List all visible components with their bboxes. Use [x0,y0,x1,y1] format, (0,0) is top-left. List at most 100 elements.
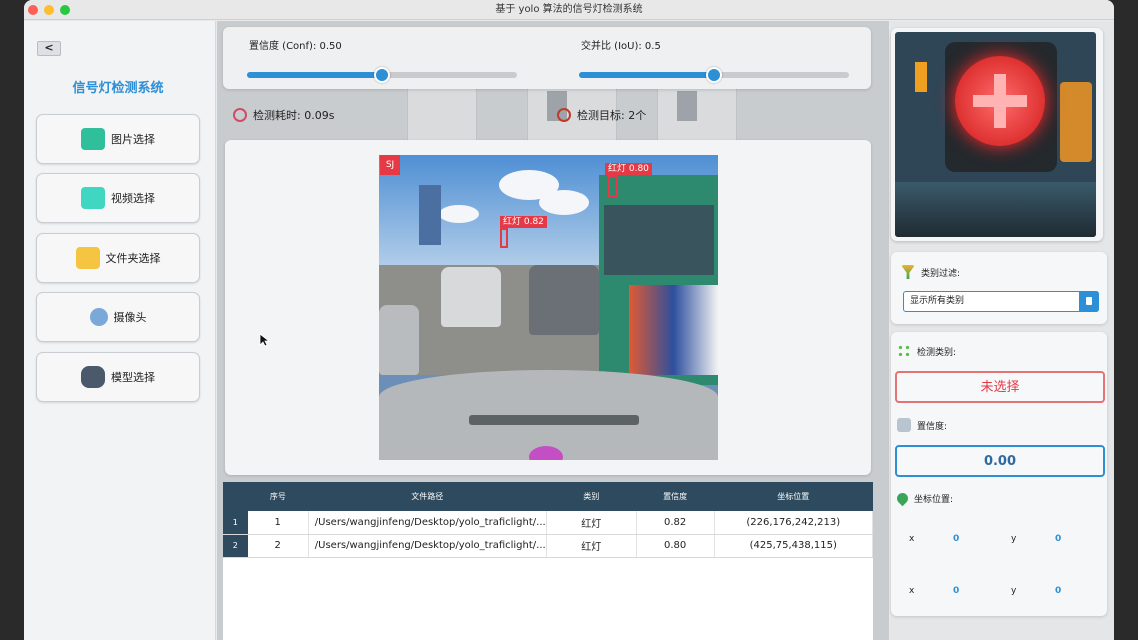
header-conf[interactable]: 置信度 [636,482,714,511]
conf-value-box: 0.00 [895,445,1105,477]
photo-bus-window [604,205,714,275]
conf-slider[interactable] [247,67,517,83]
preview-light-side [1060,82,1092,162]
header-coords[interactable]: 坐标位置 [714,482,873,511]
clapperboard-icon [81,187,105,209]
detection-box-1 [608,175,618,197]
table-header-row: 序号 文件路径 类别 置信度 坐标位置 [223,482,873,511]
stopwatch-icon [233,108,247,122]
photo-billboard [419,185,441,245]
grid-icon [897,344,911,358]
photo-bus-ad [629,285,718,375]
target-icon [557,108,571,122]
close-window-icon[interactable] [28,5,38,15]
image-select-button[interactable]: 图片选择 [36,114,200,164]
background-window [677,91,697,121]
back-button[interactable]: < [37,41,61,56]
table-corner [223,482,248,511]
preview-card [891,28,1103,241]
cell-coords[interactable]: (226,176,242,213) [714,511,873,535]
cell-conf[interactable]: 0.80 [636,534,715,558]
coord-y2-label: y [1011,586,1017,596]
app-title: 信号灯检测系统 [72,81,164,96]
iou-slider[interactable] [579,67,849,83]
coord-x1-value: 0 [953,534,960,544]
class-label-row: 检测类别: [897,344,956,358]
cell-index[interactable]: 2 [247,534,309,558]
coord-x2-label: x [909,586,915,596]
video-select-label: 视频选择 [111,192,155,205]
preview-distant-light [915,62,927,92]
iou-slider-thumb[interactable] [706,67,722,83]
conf-label-row: 置信度: [897,418,947,432]
conf-label-right: 置信度: [917,421,948,432]
window-title: 基于 yolo 算法的信号灯检测系统 [495,4,643,15]
photo-car-gray [529,265,599,335]
header-class[interactable]: 类别 [546,482,637,511]
camera-label: 摄像头 [113,311,147,324]
preview-street [895,182,1096,237]
cell-class[interactable]: 红灯 [546,534,637,558]
coord-x2-value: 0 [953,586,960,596]
model-select-button[interactable]: 模型选择 [36,352,200,402]
coord-y2-value: 0 [1055,586,1062,596]
detection-label-2: 红灯 0.82 [500,216,547,228]
image-icon [81,128,105,150]
minimize-window-icon[interactable] [44,5,54,15]
row-header[interactable]: 2 [223,534,248,558]
conf-slider-thumb[interactable] [374,67,390,83]
model-select-label: 模型选择 [111,371,155,384]
coord-y1-label: y [1011,534,1017,544]
image-select-label: 图片选择 [111,133,155,146]
filter-card: 类别过滤: 显示所有类别 [891,252,1107,324]
detection-image: SJ 红灯 0.80 红灯 0.82 [379,155,718,460]
photo-car-left [379,305,419,375]
cell-path[interactable]: /Users/wangjinfeng/Desktop/yolo_traficli… [308,534,547,558]
table-row[interactable]: 2 2 /Users/wangjinfeng/Desktop/yolo_traf… [223,534,873,558]
detection-info-card: 检测类别: 未选择 置信度: 0.00 坐标位置: x 0 y 0 x 0 y … [891,332,1107,616]
detection-time-label: 检测耗时: 0.09s [253,109,335,122]
folder-select-button[interactable]: 文件夹选择 [36,233,200,283]
detection-time-stat: 检测耗时: 0.09s [233,107,334,123]
right-panel: 类别过滤: 显示所有类别 检测类别: 未选择 置信度: 0.00 坐标位置: x… [890,21,1114,640]
class-filter-value: 显示所有类别 [910,296,965,306]
results-table: 序号 文件路径 类别 置信度 坐标位置 1 1 /Users/wangjinfe… [223,482,873,558]
detection-box-2 [500,228,508,248]
threshold-panel: 置信度 (Conf): 0.50 交并比 (IoU): 0.5 [223,27,871,89]
dropdown-icon [1086,297,1092,305]
filter-label: 类别过滤: [921,268,961,279]
results-table-panel: 序号 文件路径 类别 置信度 坐标位置 1 1 /Users/wangjinfe… [223,482,873,640]
confidence-icon [897,418,911,432]
cell-path[interactable]: /Users/wangjinfeng/Desktop/yolo_traficli… [308,511,547,535]
photo-dashboard-vent [469,415,639,425]
folder-select-label: 文件夹选择 [105,252,161,265]
row-header[interactable]: 1 [223,511,248,535]
camera-button[interactable]: 摄像头 [36,292,200,342]
header-path[interactable]: 文件路径 [308,482,547,511]
app-window: 基于 yolo 算法的信号灯检测系统 < 信号灯检测系统 图片选择 视频选择 文… [24,0,1114,640]
cell-class[interactable]: 红灯 [546,511,637,535]
cell-index[interactable]: 1 [247,511,309,535]
dropdown-button[interactable] [1079,291,1099,312]
video-select-button[interactable]: 视频选择 [36,173,200,223]
image-display-panel: SJ 红灯 0.80 红灯 0.82 [225,140,871,475]
class-value-box: 未选择 [895,371,1105,403]
table-row[interactable]: 1 1 /Users/wangjinfeng/Desktop/yolo_traf… [223,511,873,535]
detection-count-label: 检测目标: 2个 [577,109,647,122]
funnel-icon [901,265,915,279]
cell-conf[interactable]: 0.82 [636,511,715,535]
conf-slider-fill [247,72,382,78]
coord-label: 坐标位置: [914,495,954,505]
maximize-window-icon[interactable] [60,5,70,15]
folder-icon [75,247,100,269]
cell-coords[interactable]: (425,75,438,115) [714,534,873,558]
header-index[interactable]: 序号 [247,482,309,511]
coord-y1-value: 0 [1055,534,1062,544]
filter-label-row: 类别过滤: [901,265,960,279]
coord-label-row: 坐标位置: [894,490,954,507]
location-pin-icon [894,490,911,507]
photo-cloud [539,190,589,215]
photo-cloud [439,205,479,223]
class-filter-select[interactable]: 显示所有类别 [903,291,1099,312]
overlay-tag: SJ [380,155,400,175]
